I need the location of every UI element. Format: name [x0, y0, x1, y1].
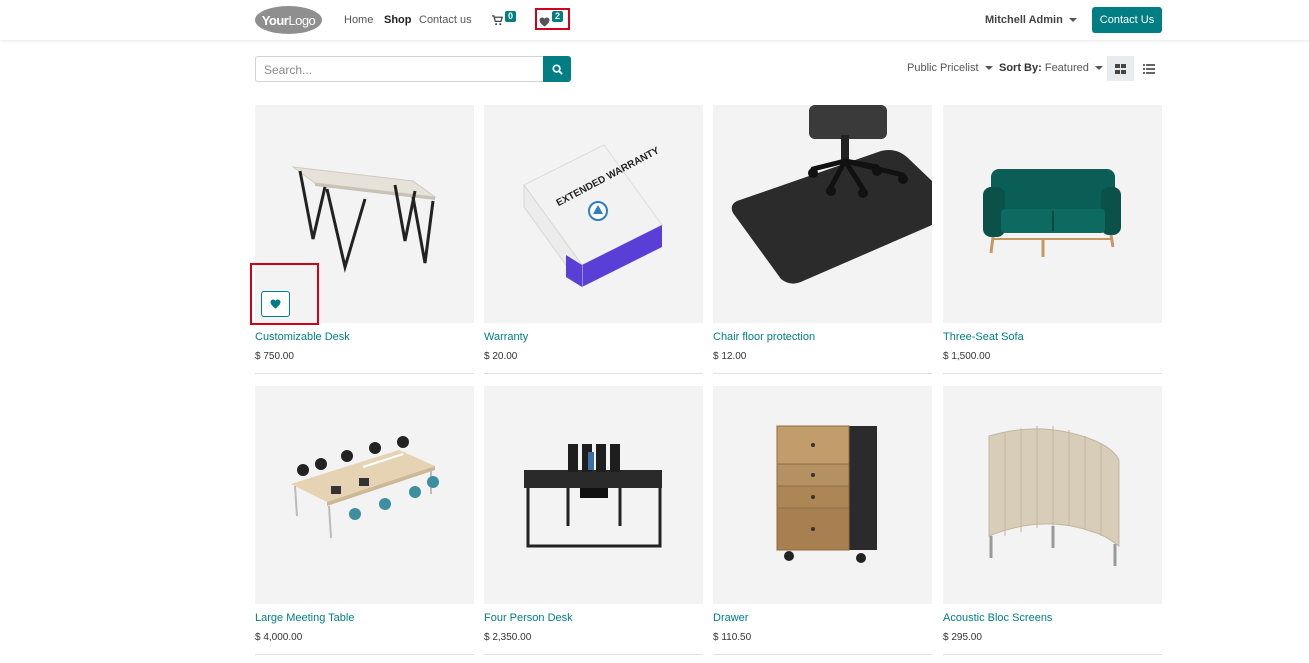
product-image[interactable]: EXTENDED WARRANTY: [484, 105, 703, 323]
chevron-down-icon: [984, 66, 993, 71]
cart-link[interactable]: [492, 13, 504, 31]
product-price: $ 12.00: [713, 351, 747, 362]
product-card-four-person-desk[interactable]: Four Person Desk $ 2,350.00: [484, 386, 703, 655]
contact-us-button[interactable]: Contact Us: [1092, 7, 1162, 33]
divider: [713, 654, 932, 655]
grid-view-icon: [1115, 63, 1126, 74]
nav-home[interactable]: Home: [344, 14, 373, 26]
grid-view-button[interactable]: [1107, 56, 1134, 81]
product-card-customizable-desk[interactable]: Customizable Desk $ 750.00: [255, 105, 474, 374]
shopping-cart-icon: [492, 15, 504, 26]
product-price: $ 750.00: [255, 351, 294, 362]
chevron-down-icon: [1068, 18, 1077, 23]
product-price: $ 4,000.00: [255, 632, 303, 643]
chevron-down-icon: [1094, 66, 1103, 71]
acoustic-screens-illustration: [988, 426, 1120, 566]
product-price: $ 110.50: [713, 632, 752, 643]
search-input[interactable]: Search...: [255, 56, 543, 82]
product-card-large-meeting-table[interactable]: Large Meeting Table $ 4,000.00: [255, 386, 474, 655]
warranty-box-illustration: EXTENDED WARRANTY: [523, 144, 663, 289]
wishlist-button-highlight-box: [250, 263, 319, 325]
cart-count-badge: 0: [505, 11, 517, 22]
wishlist-highlight-box: [535, 8, 570, 30]
divider: [943, 373, 1162, 374]
divider: [484, 373, 703, 374]
product-name[interactable]: Four Person Desk: [484, 612, 573, 624]
drawer-illustration: [776, 425, 877, 563]
product-price: $ 1,500.00: [943, 351, 991, 362]
search-icon: [551, 63, 563, 75]
user-menu[interactable]: Mitchell Admin: [985, 14, 1077, 26]
product-image[interactable]: [713, 386, 932, 604]
divider: [484, 654, 703, 655]
product-image[interactable]: [255, 386, 474, 604]
divider: [255, 654, 474, 655]
product-image[interactable]: [943, 105, 1162, 323]
list-view-button[interactable]: [1135, 56, 1162, 81]
product-price: $ 295.00: [943, 632, 982, 643]
four-person-desk-illustration: [524, 444, 662, 548]
company-logo[interactable]: Your Logo: [255, 6, 322, 34]
product-name[interactable]: Drawer: [713, 612, 748, 624]
product-price: $ 20.00: [484, 351, 518, 362]
product-card-warranty[interactable]: EXTENDED WARRANTY Warranty $ 20.00: [484, 105, 703, 374]
product-price: $ 2,350.00: [484, 632, 532, 643]
nav-contact-us[interactable]: Contact us: [419, 14, 472, 26]
divider: [713, 373, 932, 374]
sofa-illustration: [983, 169, 1121, 257]
product-name[interactable]: Warranty: [484, 331, 528, 343]
sort-dropdown[interactable]: Sort By: Featured: [999, 62, 1103, 74]
product-card-chair-floor-protection[interactable]: Chair floor protection $ 12.00: [713, 105, 932, 374]
product-image[interactable]: [484, 386, 703, 604]
meeting-table-illustration: [291, 436, 439, 539]
divider: [255, 373, 474, 374]
product-name[interactable]: Acoustic Bloc Screens: [943, 612, 1052, 624]
floor-mat-illustration: [731, 105, 932, 284]
product-card-three-seat-sofa[interactable]: Three-Seat Sofa $ 1,500.00: [943, 105, 1162, 374]
product-card-acoustic-bloc-screens[interactable]: Acoustic Bloc Screens $ 295.00: [943, 386, 1162, 655]
nav-shop[interactable]: Shop: [384, 14, 412, 26]
product-name[interactable]: Large Meeting Table: [255, 612, 354, 624]
product-name[interactable]: Customizable Desk: [255, 331, 350, 343]
pricelist-dropdown[interactable]: Public Pricelist: [907, 62, 993, 74]
product-card-drawer[interactable]: Drawer $ 110.50: [713, 386, 932, 655]
product-image[interactable]: [943, 386, 1162, 604]
top-navbar: Your Logo Home Shop Contact us 0 2 Mitche…: [0, 0, 1309, 40]
product-name[interactable]: Three-Seat Sofa: [943, 331, 1024, 343]
divider: [943, 654, 1162, 655]
product-image[interactable]: [713, 105, 932, 323]
product-name[interactable]: Chair floor protection: [713, 331, 815, 343]
list-view-icon: [1142, 63, 1155, 74]
search-button[interactable]: [543, 56, 571, 82]
